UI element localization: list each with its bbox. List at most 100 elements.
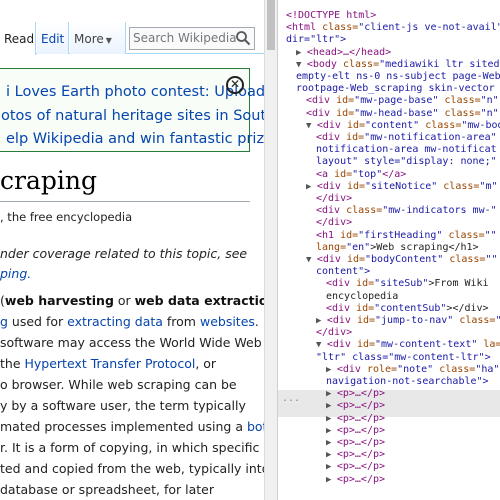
expand-triangle-icon[interactable]: ▶ [326, 475, 337, 485]
para-text: from [162, 314, 200, 329]
collapse-triangle-icon[interactable]: ▼ [316, 340, 327, 350]
paragraph-line: ted and copied from the web, typically i… [0, 461, 264, 476]
dom-node-line[interactable]: ▶ <div id="siteNotice" class="m" [306, 181, 497, 193]
expand-triangle-icon[interactable]: ▶ [326, 462, 337, 472]
dom-node-line[interactable]: dir="ltr"> [286, 34, 346, 46]
selected-node-highlight [278, 390, 500, 417]
expand-triangle-icon[interactable]: ▶ [326, 438, 337, 448]
expand-triangle-icon[interactable]: ▶ [326, 450, 337, 460]
dom-node-line[interactable]: <h1 id="firstHeading" class="" [316, 230, 497, 242]
search-input[interactable]: Search Wikipedia [129, 27, 255, 50]
dom-node-line[interactable]: rootpage-Web_scraping skin-vector ac [296, 83, 500, 95]
dom-node-line[interactable]: </div> [316, 217, 352, 229]
attr-name: class= [322, 22, 359, 34]
tag-name: <div [316, 254, 347, 265]
expand-triangle-icon[interactable]: ▶ [326, 426, 337, 436]
dom-node-line[interactable]: <div id="mw-page-base" class="n" [306, 95, 499, 107]
expand-triangle-icon[interactable]: ▶ [296, 48, 307, 58]
dom-node-line[interactable]: ▶ <p>…</p> [326, 461, 385, 473]
attr-value: "" [495, 315, 500, 326]
banner-link-line-3[interactable]: elp Wikipedia and win fantastic prizes! [6, 131, 264, 147]
node-text: >Web scraping</h1> [370, 241, 479, 253]
dom-node-line[interactable]: content"> [316, 266, 370, 278]
dom-node-line[interactable]: lang="en">Web scraping</h1> [316, 242, 479, 254]
paragraph-line: r. It is a form of copying, in which spe… [0, 440, 260, 455]
tag-name: <p> [336, 461, 355, 473]
banner-link-line-2[interactable]: otos of natural heritage sites in South [1, 108, 264, 124]
collapse-triangle-icon[interactable]: ▼ [296, 60, 307, 70]
attr-name: id= [346, 132, 365, 143]
dom-node-line[interactable]: encyclopedia [326, 291, 398, 303]
dom-node-line[interactable]: ▼ <body class="mediawiki ltr sitedir" [296, 59, 500, 71]
dom-node-line[interactable]: layout" style="display: none;" [316, 156, 497, 168]
site-subtitle: , the free encyclopedia [0, 210, 133, 224]
expand-triangle-icon[interactable]: ▶ [306, 182, 317, 192]
page-scrollbar[interactable] [264, 0, 277, 500]
attr-name: class= [453, 315, 496, 326]
collapse-triangle-icon[interactable]: ▼ [306, 255, 317, 265]
dom-node-line[interactable]: ▶ <p>…</p> [326, 474, 385, 486]
dom-node-line[interactable]: ▶ <p>…</p> [326, 437, 385, 449]
scrollbar-thumb[interactable] [267, 0, 275, 50]
dom-node-line[interactable]: ▶ <p>…</p> [326, 388, 385, 400]
dom-node-line[interactable]: <div class="mw-indicators mw-" [316, 205, 497, 217]
dom-node-line[interactable]: ▶ <p>…</p> [326, 400, 385, 412]
dom-node-line[interactable]: ▶ <p>…</p> [326, 413, 385, 425]
dom-node-line[interactable]: ▶ <p>…</p> [326, 425, 385, 437]
tab-more[interactable]: More ▼ [70, 22, 126, 54]
attr-value: "mw-bod" [461, 119, 500, 131]
dom-node-line[interactable]: "ltr" class="mw-content-ltr"> [316, 352, 491, 364]
search-icon[interactable] [235, 30, 251, 46]
attr-value: "siteNotice" [365, 180, 438, 192]
dom-node-line[interactable]: </div> [316, 193, 352, 205]
dom-node-line[interactable]: ▼ <div id="bodyContent" class="" [306, 254, 498, 266]
tag-name: <div [306, 95, 337, 107]
tab-read[interactable]: Read [0, 22, 36, 55]
tab-more-label: More [74, 32, 104, 46]
inline-link[interactable]: bot [247, 419, 264, 434]
inline-link[interactable]: extracting data [67, 314, 163, 329]
hatnote-link[interactable]: ping. [0, 266, 31, 281]
dom-node-line[interactable]: <html class="client-js ve-not-avail" [286, 22, 500, 34]
dom-node-line[interactable]: notification-area mw-notificat [316, 144, 497, 156]
collapse-triangle-icon[interactable]: ▼ [306, 121, 317, 131]
node-text: …</p> [354, 424, 386, 436]
attr-value: "" [485, 254, 498, 265]
inline-link[interactable]: websites [200, 314, 255, 329]
dom-node-line[interactable]: ▶ <div role="note" class="ha" [326, 364, 499, 376]
expand-triangle-icon[interactable]: ▶ [326, 365, 337, 375]
dom-node-line[interactable]: <!DOCTYPE html> [286, 10, 376, 22]
tab-edit[interactable]: Edit [37, 22, 69, 54]
para-text: used for [7, 314, 68, 329]
node-text: …</p> [354, 449, 386, 461]
close-icon[interactable]: ✕ [226, 76, 244, 94]
dom-node-line[interactable]: <a id="top"</a> [316, 169, 406, 181]
dom-node-line[interactable]: ▶ <div id="jump-to-nav" class="" [316, 315, 500, 327]
tag-name: <head> [306, 46, 343, 58]
expand-triangle-icon[interactable]: ▶ [316, 316, 327, 326]
dom-node-line[interactable]: <div id="mw-head-base" class="n" [306, 108, 499, 120]
dom-node-line[interactable]: ▼ <div id="mw-content-text" la="" [316, 339, 500, 351]
dom-node-line[interactable]: ▶ <p>…</p> [326, 449, 385, 461]
expand-triangle-icon[interactable]: ▶ [326, 389, 337, 399]
expand-triangle-icon[interactable]: ▶ [326, 414, 337, 424]
dom-node-line[interactable]: </div> [316, 327, 352, 339]
attr-value: "siteSub" [374, 278, 429, 290]
dom-node-line[interactable]: <div id="mw-notification-area" [316, 132, 497, 144]
node-text: …</p> [354, 412, 386, 424]
node-text: ></div> [446, 302, 489, 314]
dom-node-line[interactable]: empty-elt ns-0 ns-subject page-Web_s [296, 71, 500, 83]
tag-name: <div [326, 315, 357, 326]
attr-value-continued: layout" style="display: none;" [316, 156, 497, 168]
inline-link[interactable]: g [0, 314, 8, 329]
node-text: …</p> [354, 400, 386, 412]
expand-triangle-icon[interactable]: ▶ [326, 401, 337, 411]
inline-link[interactable]: Hypertext Transfer Protocol [25, 356, 196, 371]
dom-node-line[interactable]: ▼ <div id="content" class="mw-bod" [306, 120, 500, 132]
attr-value: "note" [397, 363, 434, 375]
dom-node-line[interactable]: ▶ <head>…</head> [296, 47, 391, 59]
dom-node-line[interactable]: navigation-not-searchable"> [326, 376, 489, 388]
dom-node-line[interactable]: <div id="siteSub">From Wiki [326, 278, 489, 290]
dom-node-line[interactable]: <div id="contentSub"></div> [326, 303, 489, 315]
node-text: …</p> [354, 461, 386, 473]
